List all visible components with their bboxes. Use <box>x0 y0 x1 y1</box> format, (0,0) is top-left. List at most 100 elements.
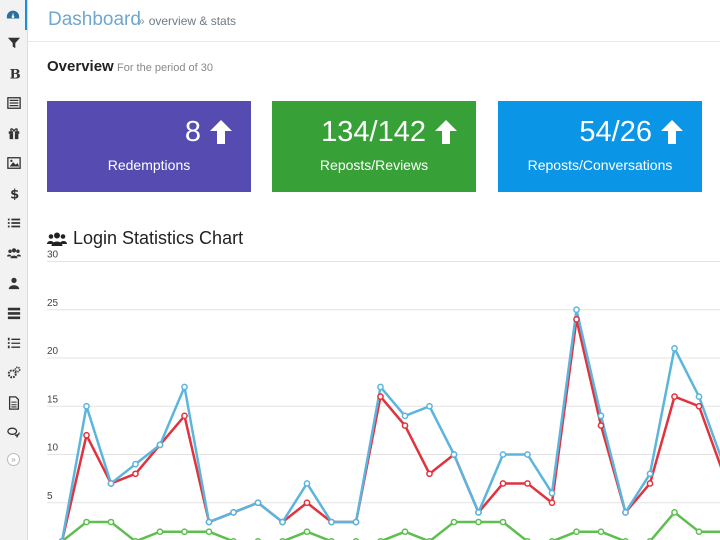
series-line <box>60 308 720 540</box>
data-point <box>181 528 188 536</box>
sidebar-item-user[interactable] <box>0 268 27 298</box>
data-point <box>401 528 409 536</box>
login-statistics-chart: 30 25 20 15 10 5 <box>47 250 720 540</box>
overview-subtitle: For the period of 30 <box>117 62 214 74</box>
sidebar-collapse-button[interactable]: » <box>7 453 20 466</box>
stat-value: 54/26 <box>579 116 652 148</box>
stat-value: 8 <box>184 116 201 148</box>
sidebar-item-bold[interactable]: B <box>0 58 27 88</box>
data-point <box>303 528 311 536</box>
data-point <box>132 470 139 478</box>
data-point <box>254 499 262 507</box>
data-point <box>622 509 629 516</box>
data-point <box>548 489 556 497</box>
data-point <box>450 451 458 458</box>
stat-label: Reposts/Reviews <box>319 157 429 173</box>
sidebar-item-group[interactable] <box>0 238 27 268</box>
list-icon <box>7 218 20 228</box>
sidebar-item-dollar[interactable]: $ <box>0 178 27 208</box>
user-icon <box>8 277 19 290</box>
sidebar-item-dashboard[interactable] <box>0 0 27 30</box>
stat-value-row: 134/142 <box>321 115 458 149</box>
y-tick-label: 5 <box>47 491 53 502</box>
data-point <box>671 345 678 352</box>
sidebar-item-filter[interactable] <box>0 28 27 58</box>
dollar-icon: $ <box>10 187 19 200</box>
chart-title: Login Statistics Chart <box>47 228 243 249</box>
data-point <box>499 480 507 487</box>
data-point <box>671 509 678 516</box>
sidebar-item-list-ol[interactable] <box>0 328 27 358</box>
group-icon <box>6 248 21 259</box>
data-point <box>646 470 654 478</box>
data-point <box>377 393 384 400</box>
stat-card-reposts-reviews[interactable]: 134/142 Reposts/Reviews <box>272 101 476 192</box>
sidebar-item-list-alt[interactable] <box>0 88 27 118</box>
arrow-up-icon <box>661 120 683 144</box>
stat-card-reposts-conversations[interactable]: 54/26 Reposts/Conversations <box>498 101 702 192</box>
data-point <box>83 431 90 439</box>
data-point <box>450 451 458 458</box>
data-point <box>597 422 605 429</box>
sidebar-item-cogs[interactable] <box>0 358 27 388</box>
page-title: Dashboard <box>48 9 141 30</box>
data-point <box>401 412 409 420</box>
data-point <box>622 509 629 516</box>
data-point <box>279 518 286 526</box>
data-point <box>426 470 433 478</box>
data-point <box>328 518 335 526</box>
picture-icon <box>6 157 21 169</box>
data-point <box>132 460 139 468</box>
data-point <box>475 509 482 516</box>
data-point <box>499 518 507 526</box>
data-point <box>646 480 654 487</box>
data-point <box>695 393 703 400</box>
y-tick-label: 10 <box>47 443 59 454</box>
data-point <box>352 518 360 526</box>
data-point <box>107 480 115 487</box>
tasks-icon <box>7 307 20 320</box>
breadcrumb: » overview & stats <box>138 14 236 28</box>
data-point <box>377 383 384 391</box>
data-point <box>107 518 115 526</box>
data-point <box>671 393 678 400</box>
comments-icon <box>6 427 20 438</box>
data-point <box>695 528 703 536</box>
data-point <box>254 499 262 507</box>
data-point <box>401 422 409 429</box>
chart-title-text: Login Statistics Chart <box>73 228 244 248</box>
data-point <box>524 451 531 458</box>
bold-icon: B <box>9 67 20 80</box>
stat-card-redemptions[interactable]: 8 Redemptions <box>47 101 251 192</box>
file-icon <box>8 396 19 410</box>
data-point <box>426 402 433 410</box>
data-point <box>499 451 507 458</box>
sidebar-item-picture[interactable] <box>0 148 27 178</box>
data-point <box>328 518 335 526</box>
series-line <box>61 318 720 540</box>
data-point <box>303 499 311 507</box>
cogs-icon <box>7 366 20 379</box>
data-point <box>524 480 531 487</box>
sidebar-item-tasks[interactable] <box>0 298 27 328</box>
sidebar-item-file[interactable] <box>0 388 27 418</box>
data-point <box>181 412 188 420</box>
list-alt-icon <box>6 97 21 109</box>
data-point <box>230 509 237 516</box>
y-tick-label: 25 <box>47 298 59 309</box>
data-point <box>597 528 605 536</box>
group-icon <box>47 232 67 246</box>
sidebar-item-gift[interactable] <box>0 118 27 148</box>
breadcrumb-separator: » <box>138 14 145 28</box>
double-chevron-right-icon: » <box>11 455 16 464</box>
data-point <box>597 412 605 420</box>
stat-label: Redemptions <box>107 157 191 173</box>
sidebar-item-list[interactable] <box>0 208 27 238</box>
data-point <box>548 499 556 507</box>
stat-label: Reposts/Conversations <box>527 157 673 173</box>
overview-title: Overview <box>47 58 114 75</box>
data-point <box>205 528 213 536</box>
data-point <box>303 480 311 487</box>
data-point <box>230 509 237 516</box>
sidebar-item-comments[interactable] <box>0 418 27 448</box>
